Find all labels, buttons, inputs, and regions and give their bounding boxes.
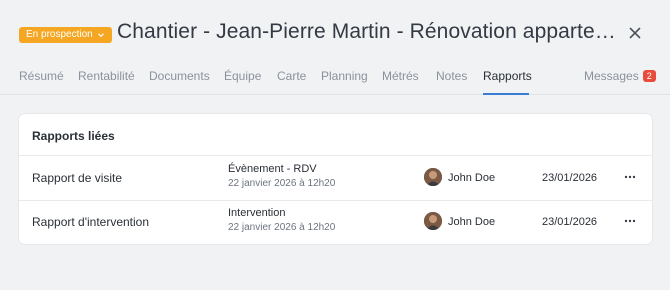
report-type: Évènement - RDV	[228, 163, 317, 175]
reports-card: Rapports liées Rapport de visite Évèneme…	[19, 114, 652, 244]
status-dropdown[interactable]: En prospection	[19, 27, 112, 43]
tab-metres[interactable]: Métrés	[382, 69, 419, 83]
table-row[interactable]: Rapport de visite Évènement - RDV 22 jan…	[19, 156, 652, 200]
status-label: En prospection	[26, 29, 93, 40]
more-options-icon[interactable]	[623, 214, 637, 228]
chevron-down-icon	[97, 33, 104, 38]
active-tab-indicator	[483, 93, 529, 95]
report-date: 23/01/2026	[542, 172, 598, 184]
more-options-icon[interactable]	[623, 170, 637, 184]
tab-carte[interactable]: Carte	[277, 69, 306, 83]
close-icon[interactable]	[627, 25, 643, 41]
avatar	[424, 212, 442, 230]
tab-rapports[interactable]: Rapports	[483, 69, 532, 83]
tab-rentabilite[interactable]: Rentabilité	[78, 69, 135, 83]
report-user: John Doe	[448, 172, 496, 184]
report-name: Rapport d'intervention	[32, 215, 150, 229]
tab-messages-label: Messages	[584, 69, 639, 83]
tab-equipe[interactable]: Équipe	[224, 69, 261, 83]
page-title: Chantier - Jean-Pierre Martin - Rénovati…	[117, 20, 617, 43]
tab-notes[interactable]: Notes	[436, 69, 467, 83]
report-datetime: 22 janvier 2026 à 12h20	[228, 178, 336, 189]
tab-bar: Résumé Rentabilité Documents Équipe Cart…	[0, 64, 670, 95]
avatar	[424, 168, 442, 186]
report-name: Rapport de visite	[32, 171, 123, 185]
report-date: 23/01/2026	[542, 216, 598, 228]
messages-count-badge: 2	[642, 70, 656, 82]
tab-messages[interactable]: Messages 2	[584, 69, 656, 83]
tab-documents[interactable]: Documents	[149, 69, 210, 83]
card-title: Rapports liées	[32, 129, 115, 143]
report-user: John Doe	[448, 216, 496, 228]
tab-planning[interactable]: Planning	[321, 69, 368, 83]
tab-resume[interactable]: Résumé	[19, 69, 64, 83]
table-row[interactable]: Rapport d'intervention Intervention 22 j…	[19, 200, 652, 244]
report-datetime: 22 janvier 2026 à 12h20	[228, 222, 336, 233]
report-type: Intervention	[228, 207, 286, 219]
